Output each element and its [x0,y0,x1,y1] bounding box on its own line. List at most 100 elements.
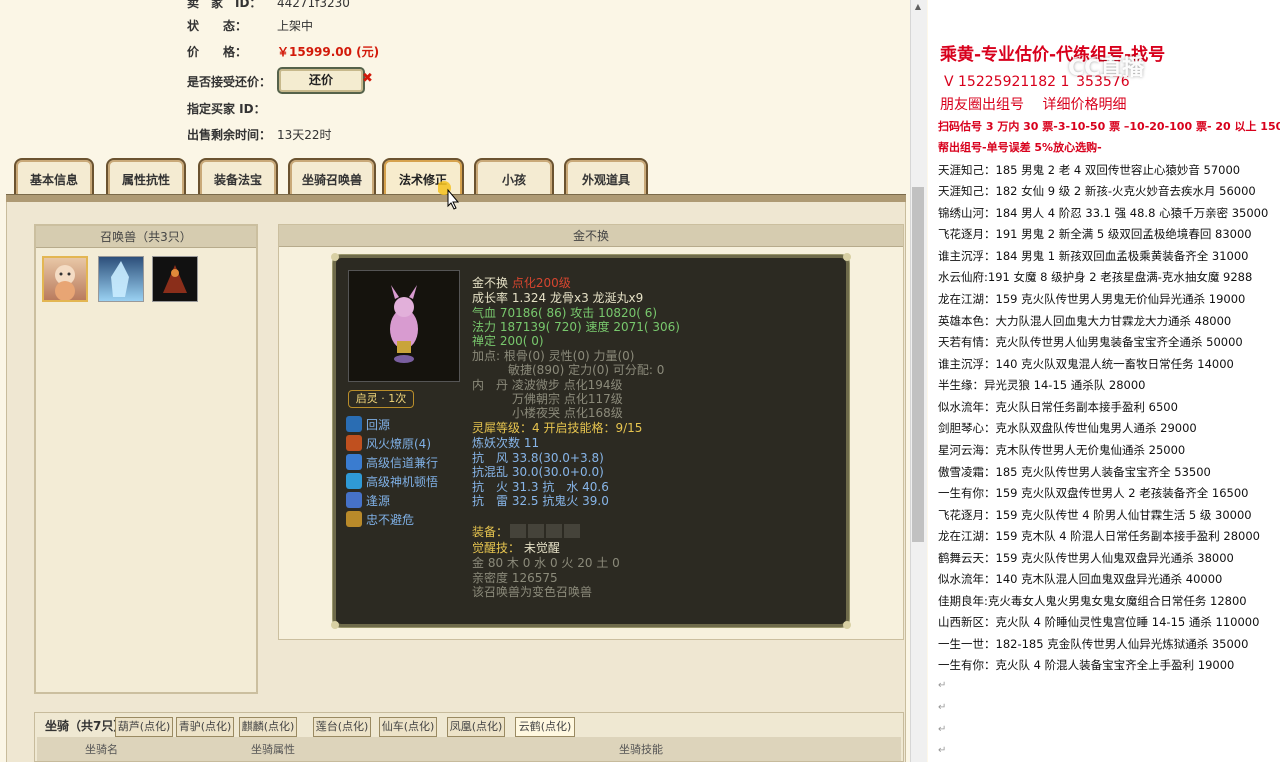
paragraph-mark-icon: ↵ [938,724,947,735]
counter-offer-button[interactable]: 还价 [277,67,365,94]
equip-slot[interactable] [564,524,581,538]
growth-line: 成长率 1.324 龙骨x3 龙涎丸x9 [472,291,644,305]
stream-overlay-notes: 乘黄-专业估价-代练组号-找号 V 15225921182 1 353576 朋… [928,0,1280,762]
intimacy-line: 亲密度 126575 [472,571,558,585]
resist-line-3: 抗 火 31.3 抗 水 40.6 [472,480,609,494]
paragraph-mark-icon: ↵ [938,745,947,756]
skill-icon [346,492,362,508]
status-value: 上架中 [277,19,314,33]
listing-line: 天涯知己：185 男鬼 2 老 4 双回传世容止心猿妙音 57000 [938,163,1241,177]
seller-id-row: 卖 家 ID： 44271f3230 [187,0,350,11]
neidan-line-2: 万佛朝宗 点化117级 [512,392,623,406]
mount-tab[interactable]: 仙车(点化) [379,717,437,737]
listing-line: 天涯知己：182 女仙 9 级 2 新孩-火克火妙音去疾水月 56000 [938,184,1256,198]
skill-fenghuo[interactable]: 风火燎原(4) [346,435,431,453]
seller-id-label: 卖 家 ID： [187,0,262,10]
mount-tab-active[interactable]: 云鹤(点化) [515,717,575,737]
equip-slot[interactable] [528,524,545,538]
tab-attributes[interactable]: 属性抗性 [106,158,186,196]
skill-icon [346,454,362,470]
mount-tab[interactable]: 葫芦(点化) [115,717,173,737]
mount-col-skill: 坐骑技能 [619,743,663,756]
pet-portrait [348,270,460,382]
listing-line: 似水流年：140 克木队混人回血鬼双盘异光通杀 40000 [938,572,1223,586]
counter-offer-row: 是否接受还价： [187,73,277,90]
points-line-2: 敏捷(890) 定力(0) 可分配: 0 [508,363,665,377]
listing-line: 星河云海：克木队传世男人无价鬼仙通杀 25000 [938,443,1186,457]
equip-slot[interactable] [546,524,563,538]
listing-line: 佳期良年:克火毒女人鬼火男鬼女鬼女魔组合日常任务 12800 [938,594,1247,608]
resist-line-2: 抗混乱 30.0(30.0+0.0) [472,465,604,479]
time-left-row: 出售剩余时间： 13天22时 [187,126,332,143]
listing-line: 飞花逐月：159 克火队传世 4 阶男人仙甘霖生活 5 级 30000 [938,508,1252,522]
skill-shenji[interactable]: 高级神机顿悟 [346,473,438,491]
equip-slot[interactable] [510,524,527,538]
mount-tab[interactable]: 青驴(点化) [176,717,234,737]
price-label: 价 格： [187,45,248,59]
listing-line: 似水流年：克火队日常任务副本接手盈利 6500 [938,400,1178,414]
pet-list-title: 召唤兽（共3只） [36,226,256,248]
listing-line: 山西新区：克火队 4 阶睡仙灵性鬼宫位睡 14-15 通杀 110000 [938,615,1260,629]
pet-detail-title: 金不换 [279,225,903,247]
skill-huiyuan[interactable]: 回源 [346,416,390,434]
scrollbar-thumb[interactable] [912,187,924,542]
time-left-label: 出售剩余时间： [187,128,272,142]
qiling-badge: 启灵 · 1次 [348,390,414,408]
skill-icon [346,416,362,432]
neidan-line-3: 小楼夜哭 点化168级 [512,406,623,420]
mount-col-name: 坐骑名 [85,743,118,756]
zen-line: 禅定 200( 0) [472,334,544,348]
skill-xindao[interactable]: 高级信道兼行 [346,454,438,472]
lianyao-line: 炼妖次数 11 [472,436,540,450]
awaken-line: 觉醒技： 未觉醒 [472,541,560,555]
ad-line-2: 帮出组号-单号误差 5%放心选购- [938,141,1102,154]
paragraph-mark-icon: ↵ [938,680,947,691]
resist-line-4: 抗 雷 32.5 抗鬼火 39.0 [472,494,609,508]
counter-offer-label: 是否接受还价： [187,75,272,89]
listing-line: 飞花逐月：191 男鬼 2 新全满 5 级双回孟极绝境春回 83000 [938,227,1252,241]
status-row: 状 态： 上架中 [187,17,313,34]
tab-appearance[interactable]: 外观道具 [564,158,648,196]
buyer-id-row: 指定买家 ID： [187,100,277,117]
tab-equipment[interactable]: 装备法宝 [198,158,278,196]
pet-icon-selected[interactable] [42,256,88,302]
mount-section: 坐骑（共7只） 葫芦(点化) 青驴(点化) 麒麟(点化) 莲台(点化) 仙车(点… [34,712,904,762]
points-line-1: 加点: 根骨(0) 灵性(0) 力量(0) [472,349,635,363]
hp-attack-line: 气血 70186( 86) 攻击 10820( 6) [472,306,658,320]
close-x-icon: ✖ [362,71,373,86]
skill-zhongbubiwei[interactable]: 忠不避危 [346,511,414,529]
mount-tab[interactable]: 莲台(点化) [313,717,371,737]
listing-line: 天若有情：克火队传世男人仙男鬼装备宝宝齐全通杀 50000 [938,335,1243,349]
listing-line: 锦绣山河：184 男人 4 阶忍 33.1 强 48.8 心猿千万亲密 3500… [938,206,1269,220]
tab-basic-info[interactable]: 基本信息 [14,158,94,196]
stream-logo-text: CC直播 [1068,56,1145,81]
tab-mounts-pets[interactable]: 坐骑召唤兽 [288,158,376,196]
ad-line-1: 扫码估号 3 万内 30 票-3-10-50 票 –10-20-100 票- 2… [938,120,1280,133]
skill-fengyuan[interactable]: 逢源 [346,492,390,510]
card-corner [331,253,339,261]
buyer-id-label: 指定买家 ID： [187,102,266,116]
listing-line: 鹤舞云天：159 克火队传世男人仙鬼双盘异光通杀 38000 [938,551,1234,565]
seller-id-value: 44271f3230 [277,0,350,10]
mount-tab[interactable]: 凤凰(点化) [447,717,505,737]
neidan-line-1: 内 丹 凌波微步 点化194级 [472,378,623,392]
trade-detail-pane: 卖 家 ID： 44271f3230 状 态： 上架中 价 格： ￥15999.00 … [0,0,910,762]
scroll-up-icon[interactable]: ▲ [913,2,923,11]
mount-table-header [37,737,901,761]
listing-line: 半生缘：异光灵狼 14-15 通杀队 28000 [938,378,1146,392]
pet-icon-ice[interactable] [98,256,144,302]
mp-speed-line: 法力 187139( 720) 速度 2071( 306) [472,320,680,334]
pet-icon-dark[interactable] [152,256,198,302]
listing-line: 一生一世：182-185 克金队传世男人仙异光炼狱通杀 35000 [938,637,1249,651]
skill-icon [346,435,362,451]
card-corner [843,621,851,629]
paragraph-mark-icon: ↵ [938,702,947,713]
tab-child[interactable]: 小孩 [474,158,554,196]
pet-list-panel: 召唤兽（共3只） [34,224,258,694]
skill-icon [346,473,362,489]
pet-name-line: 金不换 点化200级 [472,276,571,290]
resist-line-1: 抗 风 33.8(30.0+3.8) [472,451,604,465]
lingxi-line: 灵犀等级：4 开启技能格：9/15 [472,421,643,435]
listing-line: 剑胆琴心：克水队双盘队传世仙鬼男人通杀 29000 [938,421,1197,435]
mount-tab[interactable]: 麒麟(点化) [239,717,297,737]
